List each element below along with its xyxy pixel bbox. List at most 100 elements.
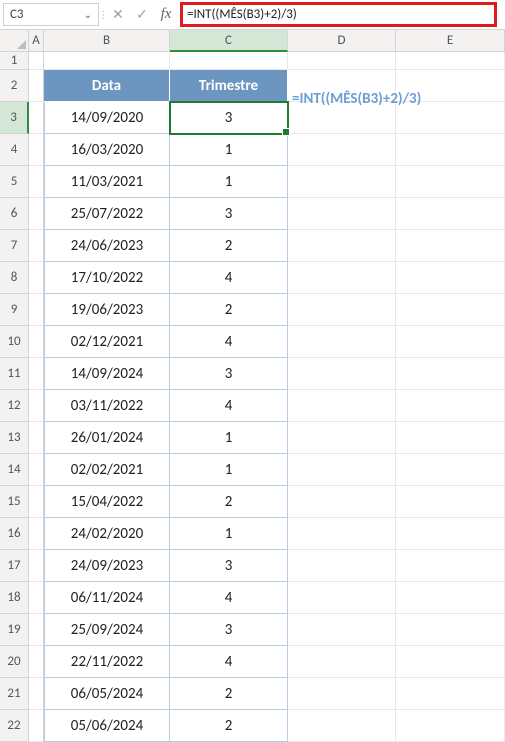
cell[interactable] bbox=[288, 294, 396, 326]
cell[interactable] bbox=[170, 52, 288, 70]
insert-function-button[interactable]: fx bbox=[154, 0, 178, 29]
cell-trimestre[interactable]: 4 bbox=[170, 582, 288, 614]
selected-cell[interactable]: 3 bbox=[170, 102, 288, 134]
cell-trimestre[interactable]: 1 bbox=[170, 166, 288, 198]
chevron-down-icon[interactable]: ⌄ bbox=[84, 8, 92, 21]
cell-trimestre[interactable]: 2 bbox=[170, 486, 288, 518]
cell[interactable] bbox=[396, 326, 505, 358]
col-header-A[interactable]: A bbox=[29, 30, 44, 52]
cell[interactable] bbox=[396, 422, 505, 454]
row-header[interactable]: 15 bbox=[0, 486, 29, 518]
row-header[interactable]: 12 bbox=[0, 390, 29, 422]
row-header[interactable]: 22 bbox=[0, 710, 29, 742]
cell-trimestre[interactable]: 2 bbox=[170, 678, 288, 710]
table-header-trimestre[interactable]: Trimestre bbox=[170, 70, 288, 102]
cell-data[interactable]: 24/02/2020 bbox=[44, 518, 170, 550]
row-header[interactable]: 5 bbox=[0, 166, 29, 198]
cell-data[interactable]: 15/04/2022 bbox=[44, 486, 170, 518]
row-header[interactable]: 9 bbox=[0, 294, 29, 326]
cell-data[interactable]: 14/09/2024 bbox=[44, 358, 170, 390]
cell[interactable] bbox=[29, 550, 44, 582]
cell[interactable] bbox=[29, 582, 44, 614]
cell[interactable] bbox=[396, 582, 505, 614]
col-header-E[interactable]: E bbox=[396, 30, 505, 52]
cell[interactable] bbox=[29, 422, 44, 454]
cell-data[interactable]: 14/09/2020 bbox=[44, 102, 170, 134]
cell[interactable] bbox=[29, 230, 44, 262]
row-header[interactable]: 13 bbox=[0, 422, 29, 454]
row-header[interactable]: 20 bbox=[0, 646, 29, 678]
cell[interactable] bbox=[396, 262, 505, 294]
cell[interactable] bbox=[288, 358, 396, 390]
cell[interactable] bbox=[288, 486, 396, 518]
cell-data[interactable]: 06/11/2024 bbox=[44, 582, 170, 614]
cell[interactable] bbox=[29, 262, 44, 294]
cell[interactable] bbox=[396, 390, 505, 422]
cell[interactable] bbox=[288, 262, 396, 294]
enter-formula-button[interactable]: ✓ bbox=[130, 0, 154, 29]
cell-trimestre[interactable]: 3 bbox=[170, 198, 288, 230]
cell[interactable] bbox=[288, 678, 396, 710]
cell-trimestre[interactable]: 2 bbox=[170, 230, 288, 262]
cell-data[interactable]: 26/01/2024 bbox=[44, 422, 170, 454]
row-header[interactable]: 19 bbox=[0, 614, 29, 646]
cell-trimestre[interactable]: 4 bbox=[170, 390, 288, 422]
cell-trimestre[interactable]: 4 bbox=[170, 646, 288, 678]
cell-trimestre[interactable]: 1 bbox=[170, 518, 288, 550]
cell[interactable] bbox=[288, 550, 396, 582]
row-header[interactable]: 2 bbox=[0, 70, 29, 102]
cell[interactable] bbox=[288, 518, 396, 550]
col-header-D[interactable]: D bbox=[288, 30, 396, 52]
cell[interactable] bbox=[396, 486, 505, 518]
formula-input[interactable] bbox=[187, 7, 490, 22]
cell[interactable] bbox=[29, 102, 44, 134]
name-box[interactable]: C3 ⌄ bbox=[3, 3, 99, 26]
cell-trimestre[interactable]: 4 bbox=[170, 326, 288, 358]
cell[interactable] bbox=[288, 134, 396, 166]
cell-trimestre[interactable]: 2 bbox=[170, 710, 288, 742]
cell[interactable] bbox=[396, 358, 505, 390]
cell[interactable] bbox=[396, 454, 505, 486]
row-header[interactable]: 11 bbox=[0, 358, 29, 390]
cell[interactable] bbox=[29, 326, 44, 358]
cell[interactable] bbox=[288, 710, 396, 742]
cell[interactable] bbox=[288, 326, 396, 358]
cell[interactable] bbox=[288, 454, 396, 486]
cell[interactable] bbox=[288, 582, 396, 614]
cell-data[interactable]: 17/10/2022 bbox=[44, 262, 170, 294]
cell-data[interactable]: 19/06/2023 bbox=[44, 294, 170, 326]
cell-data[interactable]: 24/09/2023 bbox=[44, 550, 170, 582]
cell[interactable] bbox=[29, 134, 44, 166]
col-header-B[interactable]: B bbox=[44, 30, 170, 52]
cell[interactable] bbox=[288, 166, 396, 198]
cell[interactable] bbox=[396, 102, 505, 134]
cell-data[interactable]: 03/11/2022 bbox=[44, 390, 170, 422]
cell[interactable] bbox=[288, 102, 396, 134]
cell-data[interactable]: 05/06/2024 bbox=[44, 710, 170, 742]
cell[interactable] bbox=[29, 678, 44, 710]
cell-data[interactable]: 16/03/2020 bbox=[44, 134, 170, 166]
cell[interactable] bbox=[29, 198, 44, 230]
row-header[interactable]: 17 bbox=[0, 550, 29, 582]
cell[interactable] bbox=[29, 358, 44, 390]
cell[interactable] bbox=[396, 294, 505, 326]
row-header[interactable]: 3 bbox=[0, 102, 29, 134]
cell[interactable] bbox=[288, 422, 396, 454]
cell-data[interactable]: 25/07/2022 bbox=[44, 198, 170, 230]
cell-trimestre[interactable]: 1 bbox=[170, 134, 288, 166]
row-header[interactable]: 21 bbox=[0, 678, 29, 710]
cell-trimestre[interactable]: 1 bbox=[170, 422, 288, 454]
cell[interactable] bbox=[288, 70, 396, 102]
cell[interactable] bbox=[288, 614, 396, 646]
row-header[interactable]: 4 bbox=[0, 134, 29, 166]
cell[interactable] bbox=[288, 198, 396, 230]
cell-data[interactable]: 02/02/2021 bbox=[44, 454, 170, 486]
cell[interactable] bbox=[29, 166, 44, 198]
cell[interactable] bbox=[396, 614, 505, 646]
cell[interactable] bbox=[288, 646, 396, 678]
cell[interactable] bbox=[396, 166, 505, 198]
cell[interactable] bbox=[29, 710, 44, 742]
table-header-data[interactable]: Data bbox=[44, 70, 170, 102]
row-header[interactable]: 14 bbox=[0, 454, 29, 486]
cell[interactable] bbox=[29, 294, 44, 326]
